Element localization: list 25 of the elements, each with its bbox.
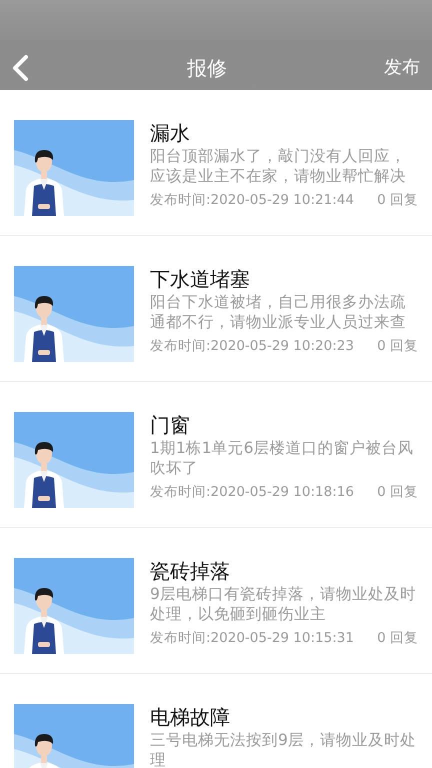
post-description: 阳台下水道被堵，自己用很多办法疏通都不行，请物业派专业人员过来查 [150, 292, 407, 332]
post-time: 发布时间:2020-05-29 10:20:23 [150, 337, 354, 356]
post-time: 发布时间:2020-05-29 10:18:16 [150, 483, 354, 502]
page-title: 报修 [187, 54, 227, 82]
back-icon [10, 54, 30, 82]
post-item[interactable]: 瓷砖掉落 9层电梯口有瓷砖掉落，请物业处及时处理，以免砸到砸伤业主 发布时间:2020-05-29 10:15:31 0 回复 [0, 528, 432, 674]
post-title: 电梯故障 [150, 704, 231, 730]
post-time: 发布时间:2020-05-29 10:21:44 [150, 191, 354, 210]
post-title: 瓷砖掉落 [150, 558, 231, 584]
post-title: 下水道堵塞 [150, 266, 251, 292]
post-item[interactable]: 电梯故障 三号电梯无法按到9层，请物业及时处理 [0, 674, 432, 768]
reply-count: 0 回复 [377, 629, 418, 648]
post-time: 发布时间:2020-05-29 10:15:31 [150, 629, 354, 648]
post-title: 漏水 [150, 120, 191, 146]
post-description: 三号电梯无法按到9层，请物业及时处理 [150, 730, 417, 768]
post-item[interactable]: 下水道堵塞 阳台下水道被堵，自己用很多办法疏通都不行，请物业派专业人员过来查 发布时间:2020-05-29 10:20:23 0 回复 [0, 236, 432, 382]
post-description: 1期1栋1单元6层楼道口的窗户被台风吹坏了 [150, 438, 414, 478]
reply-count: 0 回复 [377, 191, 418, 210]
reply-count: 0 回复 [377, 337, 418, 356]
post-item[interactable]: 门窗 1期1栋1单元6层楼道口的窗户被台风吹坏了 发布时间:2020-05-29 10:18:16 0 回复 [0, 382, 432, 528]
reply-count: 0 回复 [377, 483, 418, 502]
post-description: 9层电梯口有瓷砖掉落，请物业处及时处理，以免砸到砸伤业主 [150, 584, 417, 624]
post-description: 阳台顶部漏水了，敲门没有人回应，应该是业主不在家，请物业帮忙解决 [150, 146, 407, 186]
post-title: 门窗 [150, 412, 191, 438]
post-item[interactable]: 漏水 阳台顶部漏水了，敲门没有人回应，应该是业主不在家，请物业帮忙解决 发布时间:2020-05-29 10:21:44 0 回复 [0, 90, 432, 236]
